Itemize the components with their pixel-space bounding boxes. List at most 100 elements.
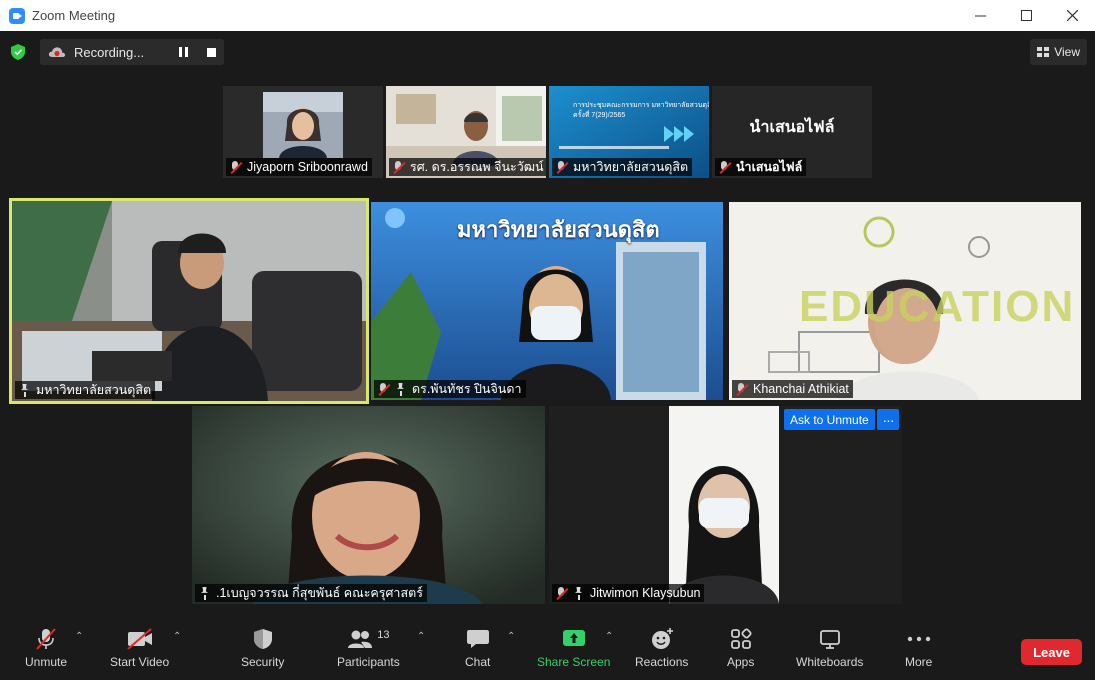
minimize-button[interactable] (957, 0, 1003, 31)
more-button[interactable]: More (905, 627, 932, 669)
thumbnail-tile[interactable]: รศ. ดร.อรรณพ จีนะวัฒน์ (386, 86, 546, 178)
recording-label: Recording... (74, 44, 145, 60)
chat-options-caret-icon[interactable]: ⌃ (507, 631, 515, 642)
participant-display-name: นำเสนอไฟล์ (749, 118, 835, 136)
participants-icon: 13 (337, 627, 399, 651)
virtual-background-banner: มหาวิทยาลัยสวนดุสิต (457, 217, 660, 242)
gallery-tile[interactable]: .1เบญจวรรณ กี่สุขพันธ์ คณะครุศาสตร์ (192, 406, 545, 604)
thumbnail-tile[interactable]: นำเสนอไฟล์ นำเสนอไฟล์ (712, 86, 872, 178)
participant-video (549, 406, 902, 604)
meeting-toolbar: Unmute ⌃ Start Video ⌃ Security 13 Parti… (0, 619, 1095, 680)
unmute-label: Unmute (25, 655, 68, 669)
start-video-button[interactable]: Start Video (110, 627, 169, 669)
apps-icon (730, 627, 752, 651)
share-screen-icon (562, 627, 586, 651)
video-off-icon (126, 627, 154, 651)
unmute-button[interactable]: Unmute (25, 627, 67, 669)
participant-nameplate: Jitwimon Klaysubun (552, 584, 705, 602)
stop-recording-button[interactable] (206, 47, 216, 57)
maximize-button[interactable] (1003, 0, 1049, 31)
participant-name: นำเสนอไฟล์ (736, 160, 803, 174)
participant-nameplate: มหาวิทยาลัยสวนดุสิต (15, 381, 156, 399)
video-options-caret-icon[interactable]: ⌃ (173, 631, 181, 642)
apps-label: Apps (727, 655, 755, 669)
more-label: More (905, 655, 933, 669)
share-screen-button[interactable]: Share Screen (537, 627, 610, 669)
virtual-background-text: EDUCATION (799, 282, 1076, 331)
pause-recording-button[interactable] (178, 47, 188, 57)
meeting-topbar: Recording... (8, 39, 225, 65)
participant-nameplate: มหาวิทยาลัยสวนดุสิต (552, 158, 693, 176)
share-options-caret-icon[interactable]: ⌃ (605, 631, 613, 642)
encryption-shield-icon[interactable] (8, 41, 28, 63)
cloud-recording-icon (48, 47, 66, 57)
participants-count: 13 (377, 629, 390, 641)
view-button[interactable]: View (1030, 39, 1087, 65)
close-icon (1066, 10, 1078, 21)
participant-name: รศ. ดร.อรรณพ จีนะวัฒน์ (410, 160, 544, 174)
pin-icon (19, 384, 32, 397)
chat-button[interactable]: Chat (465, 627, 490, 669)
tile-more-options-button[interactable]: ··· (877, 409, 899, 430)
participant-name: ดร.พันทัชร ปินจินดา (412, 382, 522, 396)
gallery-tile[interactable]: Jitwimon Klaysubun (549, 406, 902, 604)
close-button[interactable] (1049, 0, 1095, 31)
security-button[interactable]: Security (241, 627, 284, 669)
meeting-stage: Recording... View Jiyaporn Sriboonrawd ร… (0, 31, 1095, 619)
apps-button[interactable]: Apps (727, 627, 754, 669)
window-title: Zoom Meeting (32, 8, 116, 23)
zoom-app-icon (9, 7, 25, 24)
mic-muted-icon (556, 160, 569, 174)
participant-nameplate: นำเสนอไฟล์ (715, 158, 807, 176)
mic-muted-icon (556, 586, 569, 600)
thumbnail-tile[interactable]: Jiyaporn Sriboonrawd (223, 86, 383, 178)
participant-nameplate: ดร.พันทัชร ปินจินดา (374, 380, 526, 398)
mic-muted-icon (230, 160, 243, 174)
share-screen-label: Share Screen (537, 655, 611, 669)
security-shield-icon (253, 627, 273, 651)
participant-nameplate: .1เบญจวรรณ กี่สุขพันธ์ คณะครุศาสตร์ (195, 584, 427, 602)
reactions-button[interactable]: Reactions (635, 627, 688, 669)
mic-muted-icon (736, 382, 749, 396)
security-label: Security (241, 655, 285, 669)
minimize-icon (974, 15, 986, 17)
participant-video (12, 201, 366, 401)
thumbnail-tile[interactable]: การประชุมคณะกรรมการ มหาวิทยาลัยสวนดุสิต … (549, 86, 709, 178)
chat-bubble-icon (466, 627, 490, 651)
audio-options-caret-icon[interactable]: ⌃ (75, 631, 83, 642)
participants-button[interactable]: 13 Participants (337, 627, 400, 669)
gallery-tile-active-speaker[interactable]: มหาวิทยาลัยสวนดุสิต (9, 198, 369, 404)
ask-to-unmute-button[interactable]: Ask to Unmute (784, 409, 875, 430)
participant-name: .1เบญจวรรณ กี่สุขพันธ์ คณะครุศาสตร์ (216, 586, 423, 600)
mic-off-icon (34, 627, 58, 651)
participant-video (192, 406, 545, 604)
start-video-label: Start Video (110, 655, 170, 669)
reactions-smiley-icon (650, 627, 674, 651)
more-dots-icon (907, 627, 931, 651)
grid-view-icon (1037, 47, 1050, 57)
participant-name: Jiyaporn Sriboonrawd (247, 160, 368, 174)
window-titlebar: Zoom Meeting (0, 0, 1095, 31)
whiteboards-label: Whiteboards (796, 655, 864, 669)
view-label: View (1054, 45, 1080, 59)
stop-icon (206, 47, 216, 57)
participant-name: มหาวิทยาลัยสวนดุสิต (36, 383, 152, 397)
pin-icon (573, 587, 586, 600)
participants-options-caret-icon[interactable]: ⌃ (417, 631, 425, 642)
mic-muted-icon (393, 160, 406, 174)
mic-muted-icon (719, 160, 732, 174)
maximize-icon (1020, 10, 1032, 21)
chat-label: Chat (465, 655, 491, 669)
mic-muted-icon (378, 382, 391, 396)
participants-label: Participants (337, 655, 400, 669)
gallery-tile[interactable]: มหาวิทยาลัยสวนดุสิต ดร.พันทัชร ปินจินดา (371, 202, 723, 400)
participant-name: Khanchai Athikiat (753, 382, 849, 396)
participant-name: Jitwimon Klaysubun (590, 586, 701, 600)
participant-nameplate: Jiyaporn Sriboonrawd (226, 158, 372, 176)
pin-icon (199, 587, 212, 600)
pin-icon (395, 383, 408, 396)
gallery-tile[interactable]: EDUCATION Khanchai Athikiat (729, 202, 1081, 400)
whiteboards-button[interactable]: Whiteboards (796, 627, 863, 669)
slide-subtitle: ครั้งที่ 7(29)/2565 (573, 112, 626, 119)
leave-button[interactable]: Leave (1021, 639, 1082, 665)
